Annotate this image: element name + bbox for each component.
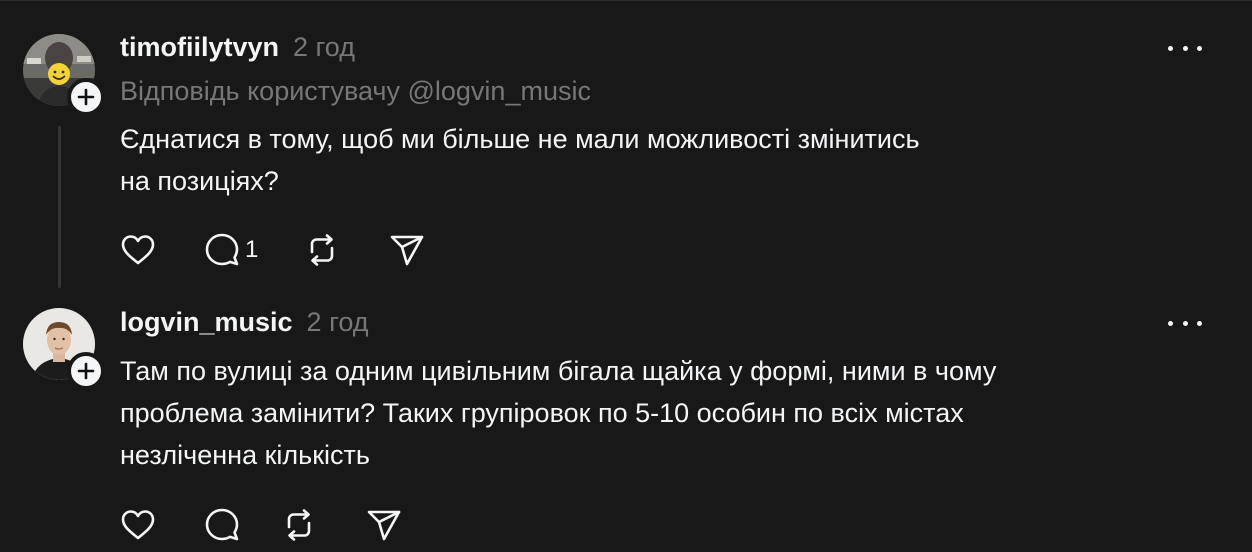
post-time[interactable]: 2 год: [307, 307, 369, 338]
reply-button[interactable]: [203, 505, 245, 545]
follow-button[interactable]: [67, 352, 105, 390]
post-timofiilytvyn: timofiilytvyn 2 год Відповідь користувач…: [0, 0, 1252, 300]
comment-icon: [205, 508, 239, 541]
share-button[interactable]: [388, 230, 426, 270]
post-text-line: на позиціях?: [120, 166, 279, 196]
like-button[interactable]: [118, 230, 158, 270]
post-actions: [118, 505, 403, 545]
username[interactable]: timofiilytvyn: [120, 32, 279, 63]
post-header: logvin_music 2 год: [120, 307, 369, 338]
more-options-button[interactable]: [1168, 313, 1202, 333]
post-text-line: незліченна кількість: [120, 440, 370, 470]
comment-icon: [205, 233, 239, 266]
post-text: Єднатися в тому, щоб ми більше не мали м…: [120, 118, 1180, 202]
repost-button[interactable]: [304, 230, 340, 270]
plus-icon: [77, 88, 95, 106]
post-text-line: проблема замінити? Таких групіровок по 5…: [120, 398, 964, 428]
post-text: Там по вулиці за одним цивільним бігала …: [120, 350, 1180, 476]
heart-icon: [121, 510, 155, 540]
repost-icon: [311, 234, 334, 266]
send-icon: [391, 235, 424, 266]
heart-icon: [121, 235, 155, 265]
post-logvin-music: logvin_music 2 год Там по вулиці за одни…: [0, 300, 1252, 552]
post-header: timofiilytvyn 2 год: [120, 32, 355, 63]
thread-line: [58, 126, 61, 288]
reply-button[interactable]: 1: [203, 230, 258, 270]
post-actions: 1: [118, 230, 426, 270]
post-text-line: Єднатися в тому, щоб ми більше не мали м…: [120, 124, 920, 154]
username[interactable]: logvin_music: [120, 307, 293, 338]
send-icon: [367, 510, 401, 541]
more-icon: [1168, 45, 1173, 51]
reply-to-label: Відповідь користувачу @logvin_music: [120, 76, 591, 106]
reply-count: 1: [245, 236, 259, 263]
plus-icon: [77, 362, 95, 380]
repost-button[interactable]: [281, 505, 317, 545]
follow-button[interactable]: [67, 78, 105, 116]
avatar-timofiilytvyn[interactable]: [23, 34, 105, 116]
more-icon: [1168, 320, 1173, 326]
post-text-line: Там по вулиці за одним цивільним бігала …: [120, 356, 997, 386]
post-time[interactable]: 2 год: [293, 32, 355, 63]
repost-icon: [287, 509, 311, 541]
share-button[interactable]: [365, 505, 403, 545]
avatar-logvin-music[interactable]: [23, 308, 105, 390]
more-options-button[interactable]: [1168, 38, 1202, 58]
like-button[interactable]: [118, 505, 158, 545]
